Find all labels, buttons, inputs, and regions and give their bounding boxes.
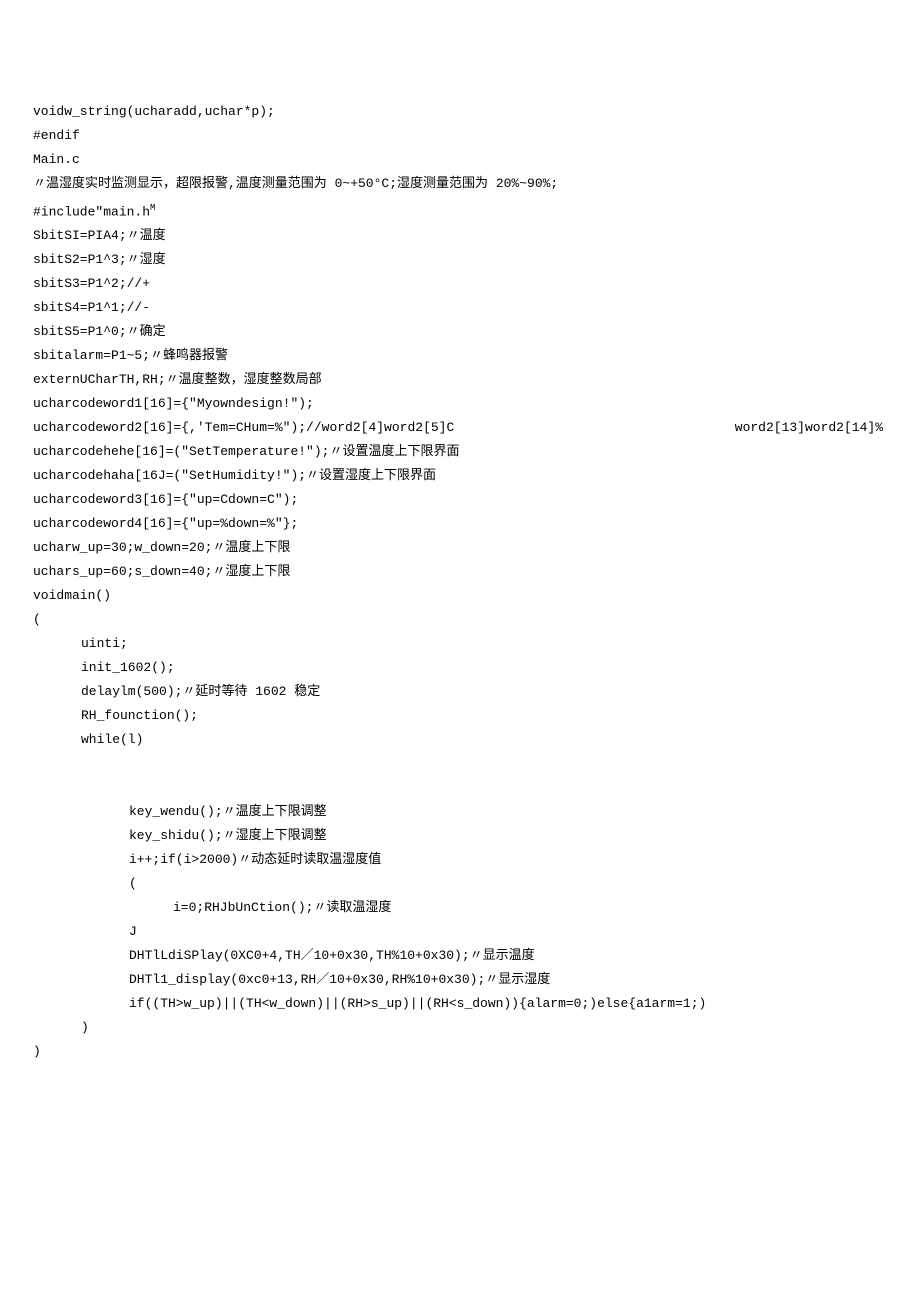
comment-line: 〃温湿度实时监测显示，超限报警,温度测量范围为 0~+50°C;湿度测量范围为 …: [33, 172, 887, 196]
code-line: uchars_up=60;s_down=40;〃湿度上下限: [33, 560, 887, 584]
code-line: ucharcodeword3[16]={"up=Cdown=C");: [33, 488, 887, 512]
code-line: ucharcodeword2[16]={,'Tem=CHum=%");//wor…: [33, 416, 883, 440]
code-line: voidmain(): [33, 584, 887, 608]
code-line: (: [33, 608, 887, 632]
code-line: while(l): [33, 728, 887, 752]
code-line: sbitS2=P1^3;〃湿度: [33, 248, 887, 272]
blank-line: [33, 752, 887, 776]
code-line: #endif: [33, 124, 887, 148]
code-line: sbitS5=P1^0;〃确定: [33, 320, 887, 344]
code-line: (: [33, 872, 887, 896]
code-line: key_wendu();〃温度上下限调整: [33, 800, 887, 824]
code-line: #include"main.hM: [33, 196, 887, 224]
code-line: sbitalarm=P1~5;〃蜂鸣器报警: [33, 344, 887, 368]
code-line: ucharcodehehe[16]=("SetTemperature!");〃设…: [33, 440, 887, 464]
code-line: RH_founction();: [33, 704, 887, 728]
code-line: uinti;: [33, 632, 887, 656]
code-text-left: ucharcodeword2[16]={,'Tem=CHum=%");//wor…: [33, 416, 454, 440]
blank-line: [33, 776, 887, 800]
code-line: i++;if(i>2000)〃动态延时读取温湿度值: [33, 848, 887, 872]
code-line: ): [33, 1016, 887, 1040]
code-line: ucharcodehaha[16J=("SetHumidity!");〃设置湿度…: [33, 464, 887, 488]
code-line: i=0;RHJbUnCtion();〃读取温湿度: [33, 896, 887, 920]
code-line: voidw_string(ucharadd,uchar*p);: [33, 100, 887, 124]
code-line: ): [33, 1040, 887, 1064]
code-line: delaylm(500);〃延时等待 1602 稳定: [33, 680, 887, 704]
code-line: DHTl1_display(0xc0+13,RH／10+0x30,RH%10+0…: [33, 968, 887, 992]
code-line: Main.c: [33, 148, 887, 172]
code-line: sbitS3=P1^2;//+: [33, 272, 887, 296]
code-line: ucharcodeword4[16]={"up=%down=%"};: [33, 512, 887, 536]
code-line: ucharw_up=30;w_down=20;〃温度上下限: [33, 536, 887, 560]
code-line: if((TH>w_up)||(TH<w_down)||(RH>s_up)||(R…: [33, 992, 887, 1016]
code-line: externUCharTH,RH;〃温度整数，湿度整数局部: [33, 368, 887, 392]
code-line: sbitS4=P1^1;//-: [33, 296, 887, 320]
superscript-text: M: [150, 203, 155, 213]
code-line: init_1602();: [33, 656, 887, 680]
code-line: SbitSI=PIA4;〃温度: [33, 224, 887, 248]
code-text-right: word2[13]word2[14]%: [735, 416, 883, 440]
code-line: DHTlLdiSPlay(0XC0+4,TH／10+0x30,TH%10+0x3…: [33, 944, 887, 968]
include-text: #include"main.h: [33, 204, 150, 219]
code-line: ucharcodeword1[16]={"Myowndesign!");: [33, 392, 887, 416]
code-document: voidw_string(ucharadd,uchar*p); #endif M…: [0, 0, 920, 1301]
code-line: key_shidu();〃湿度上下限调整: [33, 824, 887, 848]
code-line: J: [33, 920, 887, 944]
